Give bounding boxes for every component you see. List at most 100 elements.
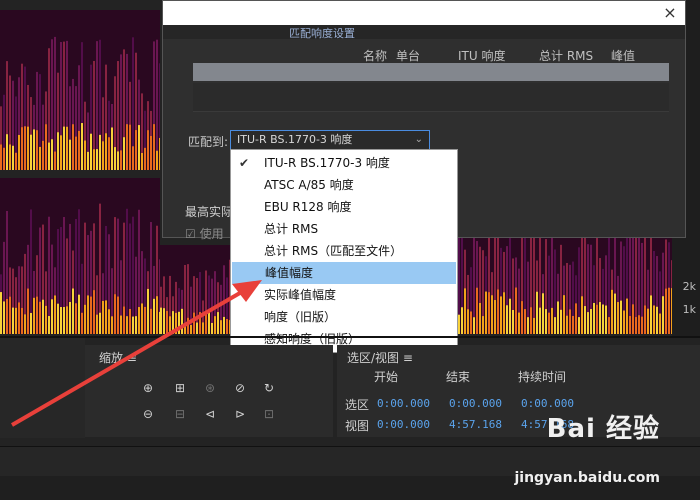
spectrogram-band	[117, 296, 119, 334]
spectrogram-band	[518, 312, 520, 334]
spectrogram-band	[199, 312, 201, 334]
spectrogram-band	[117, 151, 119, 170]
panel-menu-icon[interactable]: ≡	[403, 351, 413, 365]
menu-item[interactable]: 响度（旧版）	[231, 306, 457, 328]
zoom-to-end-icon[interactable]: ⊳	[229, 407, 251, 421]
spectrogram-band	[111, 316, 113, 334]
spectrogram-band	[569, 309, 571, 334]
spectrogram-band	[147, 288, 149, 334]
zoom-reset-icon[interactable]: ↻	[258, 381, 280, 395]
spectrogram-band	[581, 296, 583, 334]
view-start-value[interactable]: 0:00.000	[377, 418, 430, 431]
spectrogram-band	[596, 304, 598, 334]
spectrogram-band	[190, 324, 192, 334]
spectrogram-band	[132, 316, 134, 334]
zoom-out-amplitude-icon[interactable]: ⊖	[137, 407, 159, 421]
spectrogram-band	[144, 306, 146, 334]
zoom-panel: 缩放 ≡ ⊕ ⊞ ⊛ ⊘ ↻ ⊖ ⊟ ⊲ ⊳ ⊡	[85, 345, 333, 437]
spectrogram-band	[181, 308, 183, 334]
menu-item[interactable]: 总计 RMS	[231, 218, 457, 240]
spectrogram-band	[27, 288, 29, 334]
menu-item[interactable]: 实际峰值幅度	[231, 284, 457, 306]
spectrogram-band	[96, 314, 98, 334]
view-end-value[interactable]: 4:57.168	[449, 418, 502, 431]
spectrogram-band	[611, 289, 613, 334]
max-actual-label: 最高实际	[185, 205, 234, 219]
spectrogram-band	[27, 126, 29, 170]
spectrogram-band	[114, 147, 116, 170]
use-checkbox[interactable]: ☑ 使用	[185, 225, 224, 242]
spectrogram-band	[132, 216, 134, 334]
zoom-out-time-icon: ⊟	[174, 407, 186, 421]
spectrogram-band	[626, 298, 628, 334]
menu-item[interactable]: 总计 RMS（匹配至文件）	[231, 240, 457, 262]
spectrogram-band	[135, 316, 137, 334]
spectrogram-band	[530, 307, 532, 334]
spectrogram-band	[87, 151, 89, 170]
spectrogram-band	[99, 134, 101, 170]
spectrogram-band	[12, 145, 14, 170]
spectrogram-band	[30, 134, 32, 170]
dialog-titlebar: ×	[163, 1, 685, 25]
column-header-peak: 峰值	[611, 49, 636, 63]
spectrogram-band	[78, 294, 80, 334]
zoom-in-time-icon[interactable]: ⊞	[169, 381, 191, 395]
spectrogram-band	[653, 305, 655, 334]
spectrogram-band	[30, 312, 32, 334]
selection-end-value[interactable]: 0:00.000	[449, 397, 502, 410]
close-button[interactable]: ×	[661, 4, 679, 22]
selection-panel-title: 选区/视图 ≡	[347, 349, 413, 366]
spectrogram-band	[497, 289, 499, 334]
spectrogram-band	[169, 316, 171, 334]
spectrogram-band	[3, 147, 5, 170]
ruler-label: 1k	[682, 303, 696, 316]
spectrogram-band	[156, 150, 158, 170]
column-header-itu: ITU 响度	[458, 49, 506, 63]
spectrogram-band	[196, 322, 198, 334]
selection-start-value[interactable]: 0:00.000	[377, 397, 430, 410]
spectrogram-band	[665, 288, 667, 334]
column-header-track: 单台	[396, 49, 421, 63]
zoom-to-start-icon[interactable]: ⊲	[199, 407, 221, 421]
spectrogram-band	[638, 315, 640, 334]
spectrogram-band	[548, 312, 550, 334]
menu-item[interactable]: ATSC A/85 响度	[231, 174, 457, 196]
spectrogram-band	[105, 300, 107, 334]
spectrogram-band	[99, 312, 101, 334]
spectrogram-band	[223, 316, 225, 334]
spectrogram-band	[632, 304, 634, 334]
spectrogram-band	[512, 310, 514, 334]
spectrogram-band	[36, 130, 38, 170]
spectrogram-band	[566, 315, 568, 334]
menu-item-label: EBU R128 响度	[264, 200, 352, 214]
zoom-in-amplitude-icon[interactable]: ⊕	[137, 381, 159, 395]
zoom-out-full-icon[interactable]: ⊘	[229, 381, 251, 395]
spectrogram-band	[647, 308, 649, 334]
spectrogram-band	[560, 309, 562, 334]
menu-item[interactable]: EBU R128 响度	[231, 196, 457, 218]
spectrogram-band	[488, 292, 490, 334]
spectrogram-band	[572, 315, 574, 334]
ruler-label: 2k	[682, 280, 696, 293]
spectrogram-band	[39, 146, 41, 170]
spectrogram-band	[506, 305, 508, 334]
tab-match-settings[interactable]: 匹配响度设置	[289, 25, 355, 40]
dialog-toolbar	[163, 25, 685, 39]
spectrogram-band	[202, 322, 204, 334]
spectrogram-band	[536, 291, 538, 334]
match-to-select[interactable]: ITU-R BS.1770-3 响度 ⌄	[230, 130, 430, 150]
spectrogram-band	[557, 301, 559, 334]
file-list-row[interactable]	[193, 63, 669, 81]
spectrogram-band	[0, 144, 2, 170]
spectrogram-band	[485, 291, 487, 334]
spectrogram-band	[24, 126, 26, 170]
spectrogram-band	[150, 308, 152, 334]
spectrogram-band	[36, 296, 38, 334]
menu-item[interactable]: 峰值幅度	[232, 262, 456, 284]
spectrogram-band	[220, 320, 222, 334]
spectrogram-band	[138, 125, 140, 170]
match-to-value: ITU-R BS.1770-3 响度	[237, 133, 353, 146]
menu-item[interactable]: ✔ ITU-R BS.1770-3 响度	[231, 152, 457, 174]
panel-menu-icon[interactable]: ≡	[127, 351, 137, 365]
menu-item-label: ITU-R BS.1770-3 响度	[264, 156, 390, 170]
